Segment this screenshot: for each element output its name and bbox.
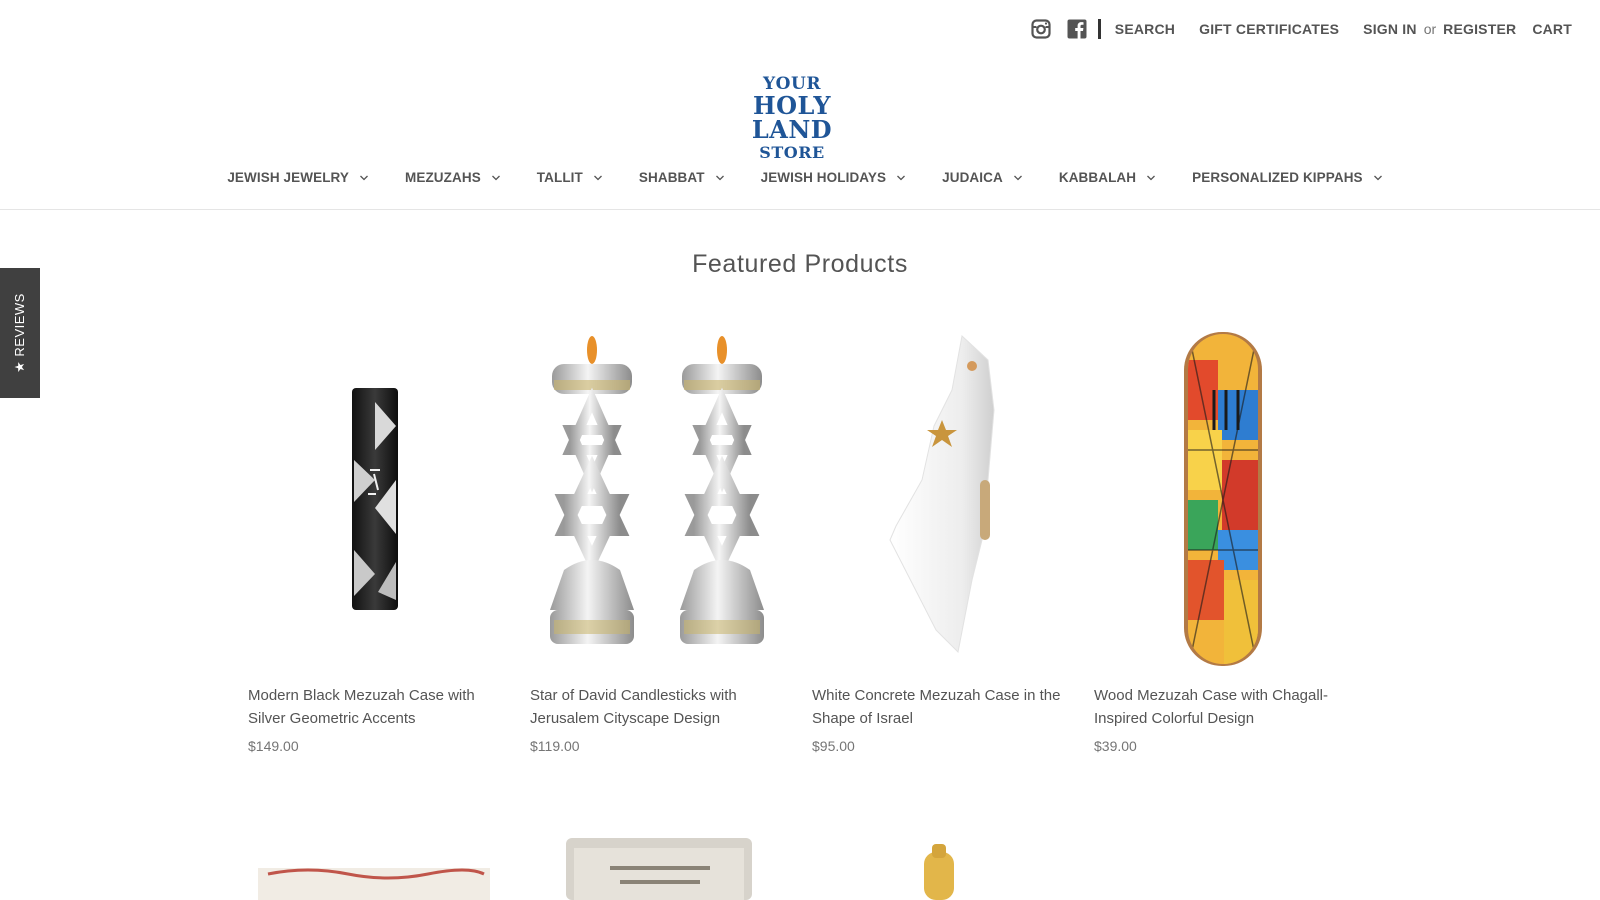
- store-logo[interactable]: YOUR HOLY LAND STORE: [712, 76, 872, 161]
- product-price: $149.00: [248, 738, 299, 754]
- nav-item-judaica[interactable]: JUDAICA: [924, 160, 1041, 195]
- product-image-chagall-mezuzah[interactable]: [1094, 330, 1348, 670]
- product-price: $119.00: [530, 738, 580, 754]
- product-title[interactable]: Modern Black Mezuzah Case with Silver Ge…: [248, 684, 502, 730]
- nav-label: JEWISH HOLIDAYS: [760, 170, 887, 185]
- nav-item-personalized-kippahs[interactable]: PERSONALIZED KIPPAHS: [1174, 160, 1401, 195]
- gift-certificates-link[interactable]: GIFT CERTIFICATES: [1199, 21, 1339, 37]
- register-link[interactable]: REGISTER: [1443, 21, 1516, 37]
- nav-item-mezuzahs[interactable]: MEZUZAHS: [387, 160, 519, 195]
- nav-label: PERSONALIZED KIPPAHS: [1192, 170, 1363, 185]
- nav-label: SHABBAT: [638, 170, 705, 185]
- nav-item-jewish-holidays[interactable]: JEWISH HOLIDAYS: [743, 160, 925, 195]
- nav-label: MEZUZAHS: [405, 170, 481, 185]
- product-image-white-israel-mezuzah[interactable]: [812, 330, 1066, 670]
- empty-slot: [1094, 838, 1348, 900]
- sign-in-link[interactable]: SIGN IN: [1363, 21, 1417, 37]
- nav-label: KABBALAH: [1058, 170, 1137, 185]
- social-links: [1030, 18, 1088, 40]
- nav-label: JUDAICA: [942, 170, 1003, 185]
- nav-item-jewish-jewelry[interactable]: JEWISH JEWELRY: [209, 160, 387, 195]
- product-image-partial-3[interactable]: [812, 838, 1066, 900]
- product-title[interactable]: Wood Mezuzah Case with Chagall-Inspired …: [1094, 684, 1348, 730]
- top-utility-bar: SEARCH GIFT CERTIFICATES SIGN IN or REGI…: [1030, 14, 1572, 44]
- nav-label: TALLIT: [536, 170, 583, 185]
- chevron-down-icon: [1146, 173, 1156, 183]
- chevron-down-icon: [491, 173, 501, 183]
- product-image-partial-1[interactable]: [248, 838, 502, 900]
- facebook-icon[interactable]: [1066, 18, 1088, 40]
- main-navigation: JEWISH JEWELRY MEZUZAHS TALLIT SHABBAT J…: [0, 160, 1600, 210]
- logo-line-2: HOLY LAND: [751, 91, 833, 144]
- logo-line-3: STORE: [759, 143, 825, 162]
- product-image-candlesticks[interactable]: [530, 330, 784, 670]
- reviews-tab-label: ★ REVIEWS: [12, 293, 28, 373]
- or-text: or: [1423, 21, 1437, 37]
- product-price: $39.00: [1094, 738, 1137, 754]
- instagram-icon[interactable]: [1030, 18, 1052, 40]
- product-image-partial-2[interactable]: [530, 838, 784, 900]
- product-card[interactable]: Star of David Candlesticks with Jerusale…: [530, 330, 784, 754]
- featured-products-heading: Featured Products: [692, 250, 908, 278]
- chevron-down-icon: [1373, 173, 1383, 183]
- product-card[interactable]: White Concrete Mezuzah Case in the Shape…: [812, 330, 1066, 754]
- chevron-down-icon: [1013, 173, 1023, 183]
- search-link[interactable]: SEARCH: [1115, 21, 1175, 37]
- chevron-down-icon: [593, 173, 603, 183]
- product-card[interactable]: Modern Black Mezuzah Case with Silver Ge…: [248, 330, 502, 754]
- product-price: $95.00: [812, 738, 855, 754]
- reviews-side-tab[interactable]: ★ REVIEWS: [0, 268, 40, 398]
- utility-nav: SEARCH GIFT CERTIFICATES SIGN IN or REGI…: [1115, 21, 1572, 37]
- product-card[interactable]: Wood Mezuzah Case with Chagall-Inspired …: [1094, 330, 1348, 754]
- nav-item-shabbat[interactable]: SHABBAT: [621, 160, 743, 195]
- chevron-down-icon: [896, 173, 906, 183]
- featured-products-row-2: [248, 838, 1376, 900]
- product-image-black-mezuzah[interactable]: [248, 330, 502, 670]
- nav-item-tallit[interactable]: TALLIT: [519, 160, 621, 195]
- chevron-down-icon: [359, 173, 369, 183]
- nav-item-kabbalah[interactable]: KABBALAH: [1041, 160, 1174, 195]
- cart-link[interactable]: CART: [1532, 21, 1572, 37]
- chevron-down-icon: [715, 173, 725, 183]
- product-title[interactable]: White Concrete Mezuzah Case in the Shape…: [812, 684, 1066, 730]
- nav-label: JEWISH JEWELRY: [227, 170, 349, 185]
- divider: [1097, 19, 1101, 39]
- product-title[interactable]: Star of David Candlesticks with Jerusale…: [530, 684, 784, 730]
- featured-products-grid: Modern Black Mezuzah Case with Silver Ge…: [248, 330, 1376, 754]
